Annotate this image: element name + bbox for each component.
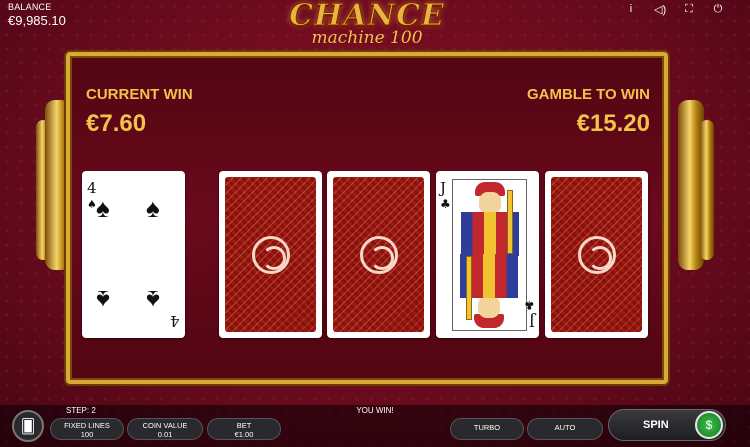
card-back-pattern xyxy=(225,177,316,332)
spade-icon: ♠ xyxy=(146,285,160,315)
club-icon: ♣ xyxy=(440,197,451,211)
card-back-choice-2[interactable] xyxy=(327,171,430,338)
fixed-lines-display: FIXED LINES 100 xyxy=(50,418,124,440)
balance-display: BALANCE €9,985.10 xyxy=(8,2,66,28)
balance-label: BALANCE xyxy=(8,2,52,12)
card-back-pattern xyxy=(551,177,642,332)
coin-value-selector[interactable]: COIN VALUE 0.01 xyxy=(127,418,203,440)
card-back-choice-1[interactable] xyxy=(219,171,322,338)
logo-emblem-icon xyxy=(359,235,398,274)
fixed-lines-label: FIXED LINES xyxy=(64,421,110,430)
current-win-value: €7.60 xyxy=(86,110,147,137)
top-controls: i ◁) ⛶ ⏻ xyxy=(625,3,724,16)
card-rank: J xyxy=(528,312,535,330)
gamble-to-win-value: €15.20 xyxy=(576,110,650,137)
balance-value: €9,985.10 xyxy=(8,13,66,28)
fixed-lines-value: 100 xyxy=(80,430,94,439)
spade-icon: ♠ xyxy=(96,193,110,223)
card-back-choice-4[interactable] xyxy=(545,171,648,338)
bet-selector[interactable]: BET €1.00 xyxy=(207,418,281,440)
club-icon: ♣ xyxy=(524,298,535,312)
current-win-label: CURRENT WIN xyxy=(86,86,193,103)
power-icon[interactable]: ⏻ xyxy=(712,3,724,16)
card-rank: 4 xyxy=(170,312,180,330)
turbo-button[interactable]: TURBO xyxy=(450,418,524,440)
logo-emblem-icon xyxy=(251,235,290,274)
cash-stack-icon: $ xyxy=(695,411,723,439)
dealer-card: 4 ♠ ♠ ♠ ♠ ♠ 4 xyxy=(82,171,185,338)
game-logo: CHANCE machine 100 xyxy=(262,0,472,52)
gamble-to-win-label: GAMBLE TO WIN xyxy=(526,86,650,103)
info-icon[interactable]: i xyxy=(625,3,637,16)
bet-value: €1.00 xyxy=(234,430,254,439)
spade-icon: ♠ xyxy=(146,193,160,223)
card-back-pattern xyxy=(333,177,424,332)
coin-value-label: COIN VALUE xyxy=(142,421,188,430)
spin-label: SPIN xyxy=(643,419,669,431)
jack-portrait xyxy=(452,179,527,331)
bet-label: BET xyxy=(236,421,252,430)
fullscreen-icon[interactable]: ⛶ xyxy=(683,3,695,16)
frame-pillar-right-outer xyxy=(700,120,714,260)
card-rank: J xyxy=(440,179,447,197)
cards-icon: 🂠 xyxy=(20,418,36,434)
picked-card-jack-of-clubs: J ♣ ♣ J xyxy=(436,171,539,338)
spin-button[interactable]: SPIN $ xyxy=(608,409,726,441)
auto-button[interactable]: AUTO xyxy=(527,418,603,440)
logo-emblem-icon xyxy=(577,235,616,274)
spade-icon: ♠ xyxy=(96,285,110,315)
sound-icon[interactable]: ◁) xyxy=(654,3,666,16)
coin-value-value: 0.01 xyxy=(157,430,173,439)
